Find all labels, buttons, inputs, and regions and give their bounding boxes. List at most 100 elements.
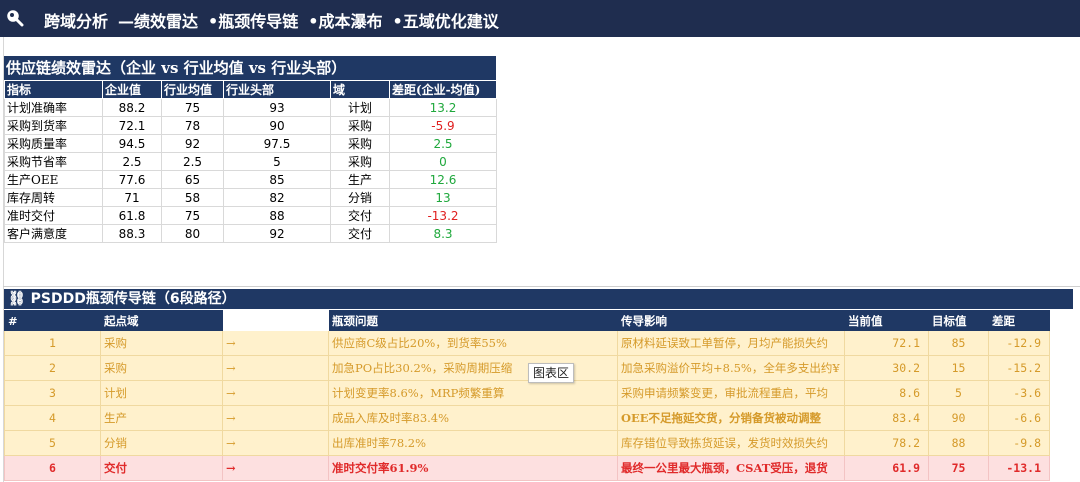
radar-cell-top[interactable]: 88: [223, 206, 331, 225]
radar-cell-domain[interactable]: 交付: [330, 224, 390, 243]
radar-cell-gap[interactable]: 13.2: [389, 98, 497, 117]
chain-cell-issue[interactable]: 供应商C级占比20%，到货率55%: [328, 330, 618, 356]
radar-cell-avg[interactable]: 58: [161, 188, 224, 207]
nav-item-cross-domain[interactable]: 跨域分析: [44, 12, 108, 31]
col-metric[interactable]: 指标: [4, 80, 103, 99]
col-arrow[interactable]: [222, 310, 329, 331]
radar-cell-top[interactable]: 82: [223, 188, 331, 207]
chain-cell-gap[interactable]: -13.1: [988, 455, 1050, 481]
radar-cell-metric[interactable]: 采购节省率: [4, 152, 103, 171]
radar-cell-company[interactable]: 2.5: [102, 152, 162, 171]
radar-cell-metric[interactable]: 准时交付: [4, 206, 103, 225]
radar-cell-domain[interactable]: 生产: [330, 170, 390, 189]
nav-item-cost-waterfall[interactable]: 成本瀑布: [319, 12, 383, 31]
chain-cell-domain[interactable]: 计划: [100, 380, 223, 406]
radar-cell-domain[interactable]: 交付: [330, 206, 390, 225]
radar-cell-gap[interactable]: -5.9: [389, 116, 497, 135]
chain-cell-gap[interactable]: -12.9: [988, 330, 1050, 356]
chain-cell-target[interactable]: 75: [928, 455, 989, 481]
radar-cell-gap[interactable]: 2.5: [389, 134, 497, 153]
col-gap[interactable]: 差距(企业-均值): [389, 80, 497, 99]
radar-cell-gap[interactable]: 13: [389, 188, 497, 207]
chain-cell-current[interactable]: 30.2: [844, 355, 929, 381]
chain-cell-target[interactable]: 15: [928, 355, 989, 381]
chain-cell-target[interactable]: 5: [928, 380, 989, 406]
radar-cell-company[interactable]: 72.1: [102, 116, 162, 135]
chain-cell-issue[interactable]: 出库准时率78.2%: [328, 430, 618, 456]
radar-cell-avg[interactable]: 80: [161, 224, 224, 243]
chain-cell-index[interactable]: 1: [4, 330, 101, 356]
chain-cell-index[interactable]: 2: [4, 355, 101, 381]
radar-cell-top[interactable]: 5: [223, 152, 331, 171]
chain-cell-target[interactable]: 88: [928, 430, 989, 456]
radar-cell-domain[interactable]: 计划: [330, 98, 390, 117]
radar-cell-gap[interactable]: 12.6: [389, 170, 497, 189]
radar-cell-top[interactable]: 90: [223, 116, 331, 135]
chain-cell-arrow[interactable]: →: [222, 405, 329, 431]
chain-cell-arrow[interactable]: →: [222, 380, 329, 406]
chain-cell-issue[interactable]: 加急PO占比30.2%，采购周期压缩: [328, 355, 618, 381]
radar-cell-metric[interactable]: 生产OEE: [4, 170, 103, 189]
chain-cell-index[interactable]: 6: [4, 455, 101, 481]
radar-cell-company[interactable]: 61.8: [102, 206, 162, 225]
radar-cell-domain[interactable]: 采购: [330, 152, 390, 171]
chain-cell-domain[interactable]: 分销: [100, 430, 223, 456]
radar-cell-company[interactable]: 88.3: [102, 224, 162, 243]
chain-cell-gap[interactable]: -3.6: [988, 380, 1050, 406]
chain-cell-target[interactable]: 85: [928, 330, 989, 356]
radar-cell-top[interactable]: 85: [223, 170, 331, 189]
chain-cell-domain[interactable]: 采购: [100, 355, 223, 381]
chain-cell-issue[interactable]: 成品入库及时率83.4%: [328, 405, 618, 431]
col-domain[interactable]: 域: [330, 80, 390, 99]
radar-cell-metric[interactable]: 采购质量率: [4, 134, 103, 153]
radar-cell-domain[interactable]: 采购: [330, 134, 390, 153]
radar-cell-company[interactable]: 88.2: [102, 98, 162, 117]
col-avg[interactable]: 行业均值: [161, 80, 224, 99]
chain-cell-gap[interactable]: -9.8: [988, 430, 1050, 456]
radar-cell-avg[interactable]: 78: [161, 116, 224, 135]
chain-cell-arrow[interactable]: →: [222, 455, 329, 481]
nav-item-radar[interactable]: 绩效雷达: [134, 12, 198, 31]
col-target[interactable]: 目标值: [928, 310, 989, 331]
radar-cell-metric[interactable]: 计划准确率: [4, 98, 103, 117]
chain-cell-current[interactable]: 72.1: [844, 330, 929, 356]
radar-cell-avg[interactable]: 65: [161, 170, 224, 189]
chain-cell-current[interactable]: 83.4: [844, 405, 929, 431]
nav-item-optimization[interactable]: 五域优化建议: [403, 12, 499, 31]
chain-cell-domain[interactable]: 生产: [100, 405, 223, 431]
chain-cell-issue[interactable]: 准时交付率61.9%: [328, 455, 618, 481]
radar-cell-gap[interactable]: 8.3: [389, 224, 497, 243]
radar-cell-gap[interactable]: 0: [389, 152, 497, 171]
chain-cell-current[interactable]: 61.9: [844, 455, 929, 481]
col-impact[interactable]: 传导影响: [617, 310, 845, 331]
col-start-domain[interactable]: 起点域: [100, 310, 223, 331]
radar-cell-top[interactable]: 92: [223, 224, 331, 243]
nav-item-bottleneck[interactable]: 瓶颈传导链: [218, 12, 298, 31]
chain-cell-gap[interactable]: -15.2: [988, 355, 1050, 381]
chain-cell-impact[interactable]: 库存错位导致拣货延误，发货时效损失约: [617, 430, 845, 456]
radar-cell-metric[interactable]: 采购到货率: [4, 116, 103, 135]
chain-cell-index[interactable]: 3: [4, 380, 101, 406]
radar-cell-company[interactable]: 77.6: [102, 170, 162, 189]
chain-cell-impact[interactable]: 采购申请频繁变更，审批流程重启，平均: [617, 380, 845, 406]
radar-cell-top[interactable]: 97.5: [223, 134, 331, 153]
col-top[interactable]: 行业头部: [223, 80, 331, 99]
col-company[interactable]: 企业值: [102, 80, 162, 99]
radar-cell-metric[interactable]: 客户满意度: [4, 224, 103, 243]
col-chain-gap[interactable]: 差距: [988, 310, 1050, 331]
chain-cell-arrow[interactable]: →: [222, 355, 329, 381]
radar-cell-domain[interactable]: 采购: [330, 116, 390, 135]
radar-cell-company[interactable]: 94.5: [102, 134, 162, 153]
chain-cell-domain[interactable]: 交付: [100, 455, 223, 481]
chain-cell-impact[interactable]: 最终一公里最大瓶颈，CSAT受压，退货: [617, 455, 845, 481]
radar-cell-avg[interactable]: 75: [161, 206, 224, 225]
chain-cell-impact[interactable]: OEE不足拖延交货，分销备货被动调整: [617, 405, 845, 431]
chain-cell-issue[interactable]: 计划变更率8.6%，MRP频繁重算: [328, 380, 618, 406]
chain-cell-gap[interactable]: -6.6: [988, 405, 1050, 431]
chain-cell-impact[interactable]: 原材料延误致工单暂停，月均产能损失约: [617, 330, 845, 356]
radar-cell-avg[interactable]: 2.5: [161, 152, 224, 171]
chain-cell-arrow[interactable]: →: [222, 430, 329, 456]
chain-cell-index[interactable]: 4: [4, 405, 101, 431]
radar-cell-company[interactable]: 71: [102, 188, 162, 207]
radar-cell-avg[interactable]: 75: [161, 98, 224, 117]
